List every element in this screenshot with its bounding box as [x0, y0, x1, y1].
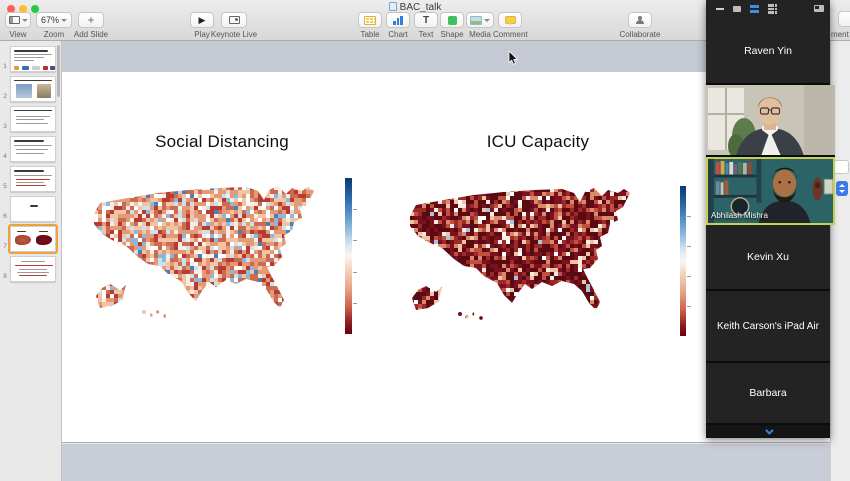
keynote-live-label: Keynote Live	[206, 30, 262, 39]
collaborate-icon	[635, 16, 645, 25]
keynote-live-icon	[229, 16, 240, 24]
shape-icon	[448, 16, 457, 25]
slide-thumbnail-6[interactable]	[10, 196, 56, 222]
presenter-notes-area	[62, 444, 850, 481]
chevron-down-icon	[765, 426, 773, 434]
screen: BAC_talk View 67% Zoom + Add Slide ▶ Pla…	[0, 0, 850, 481]
comment-label: Comment	[493, 30, 527, 39]
document-button[interactable]	[838, 11, 850, 27]
sidebar-scrollbar[interactable]	[57, 45, 60, 97]
slide-thumbnail-4[interactable]	[10, 136, 56, 162]
participant-tile-barbara[interactable]: Barbara	[706, 363, 830, 425]
participant-tile-video-1[interactable]	[706, 85, 835, 157]
table-icon	[364, 16, 376, 25]
shape-button[interactable]	[440, 12, 464, 28]
play-icon: ▶	[199, 16, 206, 25]
speaker-view-icon[interactable]	[750, 5, 759, 13]
document-label-partial: ment	[831, 30, 849, 39]
slide-thumbnail-1[interactable]	[10, 46, 56, 72]
add-slide-button[interactable]: +	[78, 12, 104, 28]
participant-tile-raven-yin[interactable]: Raven Yin	[706, 18, 830, 85]
collaborate-button[interactable]	[628, 12, 652, 28]
media-label: Media	[466, 30, 494, 39]
chart-icon	[393, 16, 403, 25]
social-distancing-choropleth-map	[86, 176, 338, 333]
media-icon	[470, 16, 482, 25]
table-button[interactable]	[358, 12, 382, 28]
chevron-down-icon	[484, 19, 490, 22]
slide-thumbnail-2[interactable]	[10, 76, 56, 102]
plus-icon: +	[87, 13, 94, 27]
participant-name: Kevin Xu	[747, 251, 789, 263]
slide-thumbnail-5[interactable]	[10, 166, 56, 192]
slide-number: 5	[1, 183, 9, 190]
document-icon	[389, 2, 397, 11]
right-colorbar	[680, 186, 686, 336]
text-label: Text	[414, 30, 438, 39]
left-map-title: Social Distancing	[122, 132, 322, 152]
zoom-value: 67%	[41, 15, 59, 25]
minimize-icon[interactable]	[716, 8, 724, 10]
slide-thumbnail-7-selected[interactable]	[10, 226, 56, 252]
keynote-live-button[interactable]	[221, 12, 247, 28]
stop-video-icon[interactable]	[733, 6, 741, 12]
chart-label: Chart	[386, 30, 410, 39]
slide-thumbnail-3[interactable]	[10, 106, 56, 132]
chart-button[interactable]	[386, 12, 410, 28]
collaborate-label: Collaborate	[613, 30, 667, 39]
swap-windows-icon[interactable]	[814, 5, 824, 12]
view-button[interactable]	[5, 12, 31, 28]
shape-label: Shape	[440, 30, 464, 39]
comment-icon	[505, 16, 516, 24]
play-button[interactable]: ▶	[190, 12, 214, 28]
slide-number: 2	[1, 93, 9, 100]
slide-number: 7	[1, 243, 9, 250]
slide-number: 6	[1, 213, 9, 220]
text-icon: T	[423, 15, 429, 26]
participant-name: Keith Carson's iPad Air	[717, 321, 819, 332]
icu-capacity-choropleth-map	[402, 178, 654, 335]
slide-number: 1	[1, 63, 9, 70]
view-label: View	[5, 30, 31, 39]
participant-name: Barbara	[749, 387, 786, 399]
chevron-down-icon	[61, 19, 67, 22]
media-button[interactable]	[466, 12, 494, 28]
video-feed-man-glasses	[706, 85, 835, 156]
participant-tile-abhilash-mishra[interactable]: Abhilash Mishra	[706, 157, 835, 225]
right-map-title: ICU Capacity	[438, 132, 638, 152]
participant-name: Raven Yin	[744, 45, 792, 57]
slide-number: 3	[1, 123, 9, 130]
view-icon	[9, 16, 20, 24]
stepper-icon[interactable]	[836, 181, 848, 196]
participant-tile-kevin-xu[interactable]: Kevin Xu	[706, 225, 830, 291]
slide-thumbnail-8[interactable]	[10, 256, 56, 282]
zoom-level-button[interactable]: 67%	[36, 12, 72, 28]
slide-navigator: 1 2 3 4	[0, 41, 62, 481]
format-field-partial[interactable]	[833, 160, 849, 174]
gallery-view-icon[interactable]	[768, 4, 777, 13]
participant-name-overlay: Abhilash Mishra	[711, 211, 768, 220]
more-participants-footer[interactable]	[706, 425, 830, 438]
left-colorbar	[345, 178, 352, 334]
comment-button[interactable]	[498, 12, 522, 28]
participant-tile-keith-carsons-ipad[interactable]: Keith Carson's iPad Air	[706, 291, 830, 363]
zoom-video-panel: Raven Yin	[706, 0, 830, 438]
zoom-panel-header	[706, 0, 830, 18]
slide-number: 8	[1, 273, 9, 280]
text-button[interactable]: T	[414, 12, 438, 28]
add-slide-label: Add Slide	[64, 30, 118, 39]
table-label: Table	[358, 30, 382, 39]
chevron-down-icon	[22, 19, 28, 22]
mouse-cursor	[508, 51, 520, 66]
slide-number: 4	[1, 153, 9, 160]
